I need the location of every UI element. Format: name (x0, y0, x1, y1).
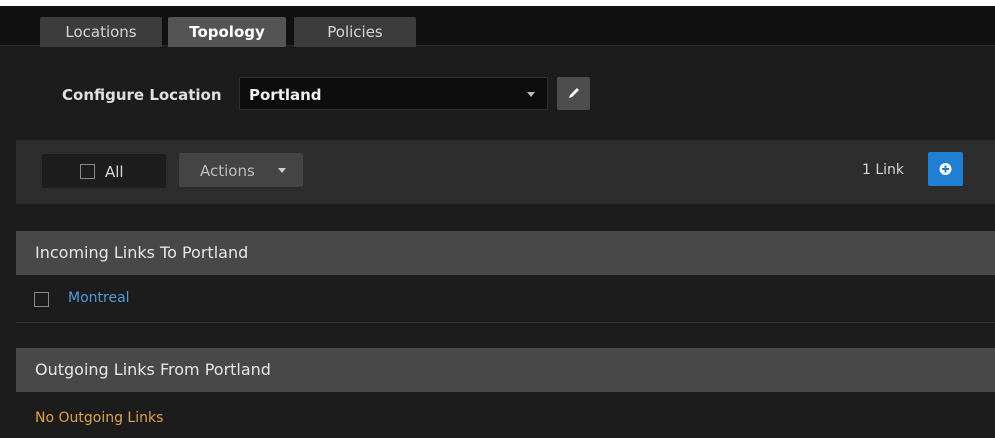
tab-locations[interactable]: Locations (40, 17, 162, 47)
pencil-icon (569, 88, 579, 98)
configure-location-label: Configure Location (62, 86, 222, 104)
add-link-button[interactable] (928, 152, 963, 186)
select-all-control[interactable]: All (42, 154, 166, 188)
list-item: Montreal (16, 275, 995, 323)
action-toolbar: All Actions 1 Link (16, 140, 995, 204)
location-select[interactable]: Portland (239, 77, 548, 110)
incoming-links-header: Incoming Links To Portland (16, 231, 995, 275)
montreal-link[interactable]: Montreal (68, 290, 130, 306)
select-all-label: All (105, 163, 124, 181)
outgoing-links-header: Outgoing Links From Portland (16, 348, 995, 392)
chevron-down-icon (527, 92, 535, 97)
plus-circle-icon (939, 163, 952, 175)
no-outgoing-links-message: No Outgoing Links (35, 410, 164, 426)
montreal-checkbox[interactable] (34, 292, 49, 307)
edit-location-button[interactable] (557, 77, 590, 110)
select-all-checkbox[interactable] (80, 164, 95, 179)
tab-topology[interactable]: Topology (168, 17, 286, 47)
tab-policies[interactable]: Policies (294, 17, 416, 47)
location-select-value: Portland (249, 86, 322, 104)
link-count: 1 Link (862, 162, 905, 178)
actions-dropdown-button[interactable]: Actions (179, 153, 303, 187)
chevron-down-icon (278, 168, 286, 173)
tab-bar: Locations Topology Policies (0, 6, 995, 47)
actions-label: Actions (200, 162, 255, 180)
